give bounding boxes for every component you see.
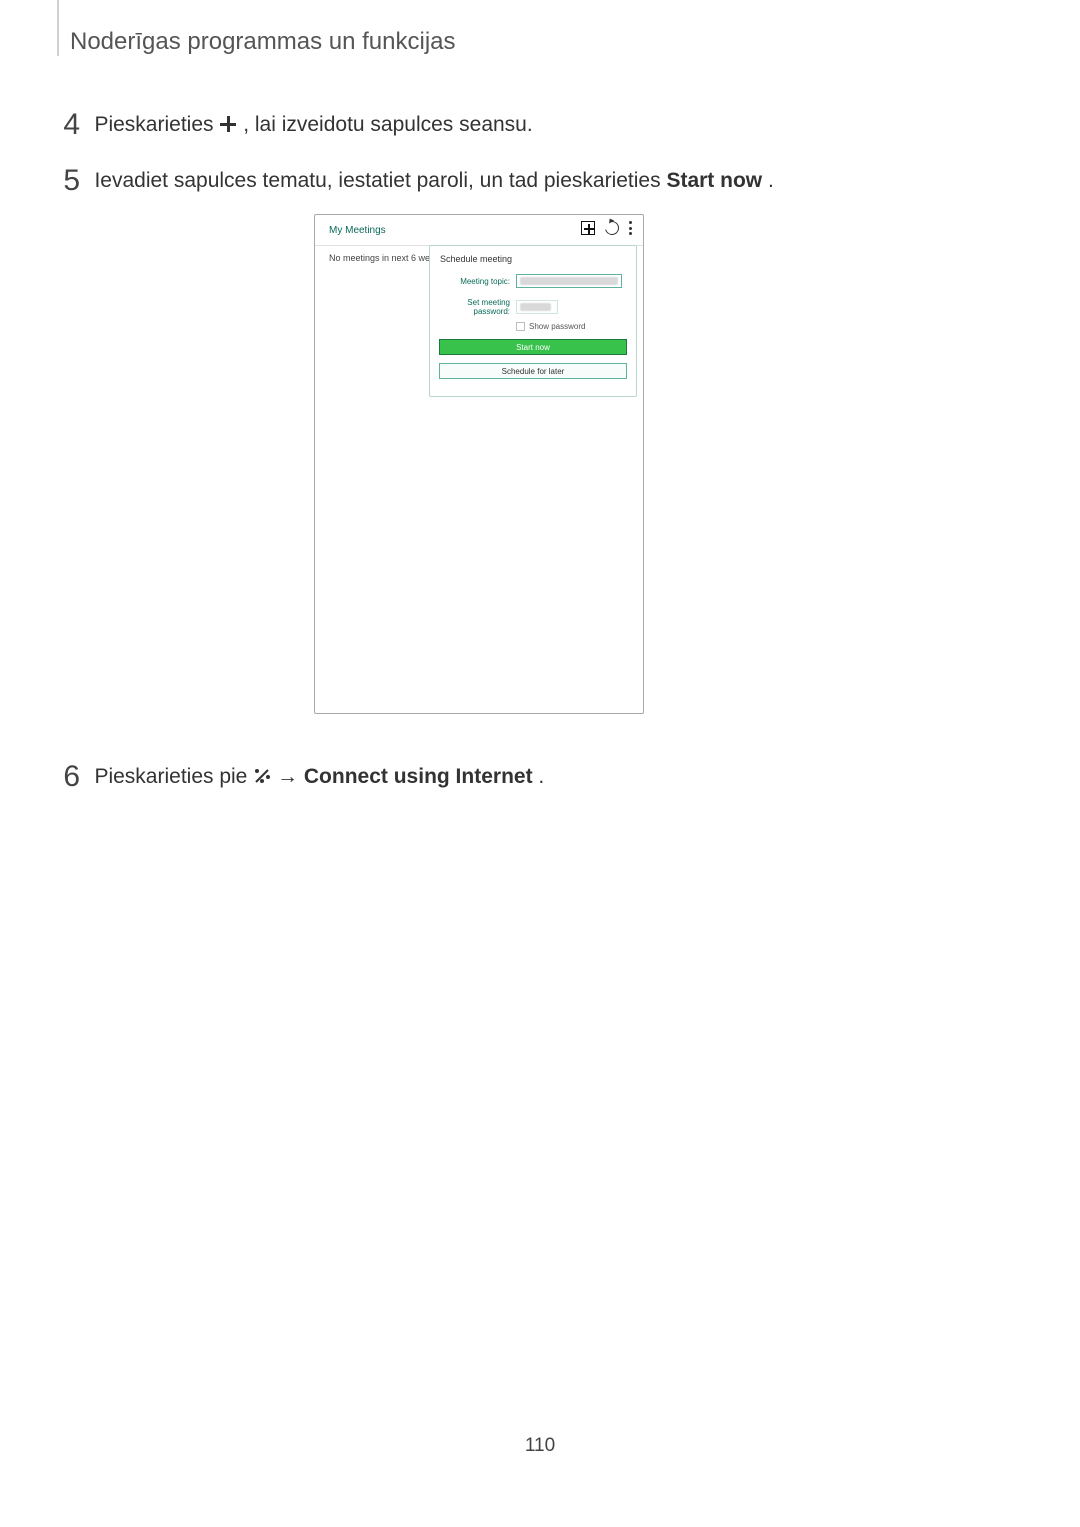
add-meeting-icon[interactable] [581, 221, 595, 235]
redacted-text [520, 277, 618, 285]
step-5-pre: Ievadiet sapulces tematu, iestatiet paro… [94, 169, 666, 192]
app-header: My Meetings [315, 221, 643, 245]
step-4-pre: Pieskarieties [94, 113, 219, 136]
header-icons [581, 221, 637, 235]
meeting-topic-label: Meeting topic: [430, 277, 516, 286]
step-4: 4 Pieskarieties , lai izveidotu sapulces… [50, 108, 1020, 142]
connect-icon [253, 767, 271, 785]
step-5: 5 Ievadiet sapulces tematu, iestatiet pa… [50, 164, 1020, 198]
step-6-bold: Connect using Internet [304, 765, 533, 788]
meeting-topic-row: Meeting topic: [430, 274, 636, 288]
step-6-post: . [538, 765, 544, 788]
app-title: My Meetings [329, 225, 386, 236]
meeting-topic-input[interactable] [516, 274, 622, 288]
document-page: Noderīgas programmas un funkcijas 4 Pies… [0, 0, 1080, 1527]
meeting-password-input[interactable] [516, 300, 558, 314]
no-meetings-label: No meetings in next 6 week [329, 253, 440, 263]
step-4-post: , lai izveidotu sapulces seansu. [243, 113, 533, 136]
step-number: 5 [50, 164, 80, 198]
app-screenshot: My Meetings No meetings in next 6 week S… [314, 214, 644, 714]
step-4-text: Pieskarieties , lai izveidotu sapulces s… [94, 113, 532, 136]
step-6-text: Pieskarieties pie → Connect using Intern… [94, 765, 544, 788]
show-password-label: Show password [529, 322, 585, 331]
start-now-button[interactable]: Start now [439, 339, 627, 355]
panel-title: Schedule meeting [440, 254, 636, 264]
plus-icon [219, 115, 237, 133]
show-password-checkbox[interactable] [516, 322, 525, 331]
more-options-icon[interactable] [629, 221, 633, 235]
step-6-arrow: → [277, 765, 304, 788]
section-title: Noderīgas programmas un funkcijas [70, 28, 456, 56]
meeting-password-label: Set meeting password: [430, 298, 516, 316]
redacted-text [520, 303, 551, 311]
step-6: 6 Pieskarieties pie → Connect using Inte… [50, 760, 1020, 794]
step-6-pre: Pieskarieties pie [94, 765, 253, 788]
meeting-password-row: Set meeting password: [430, 298, 636, 316]
show-password-row: Show password [516, 322, 636, 331]
page-number: 110 [0, 1435, 1080, 1457]
step-number: 4 [50, 108, 80, 142]
schedule-meeting-panel: Schedule meeting Meeting topic: Set meet… [429, 245, 637, 397]
step-5-post: . [768, 169, 774, 192]
step-5-bold: Start now [666, 169, 762, 192]
step-number: 6 [50, 760, 80, 794]
header-rule [57, 0, 59, 56]
step-5-text: Ievadiet sapulces tematu, iestatiet paro… [94, 169, 773, 192]
schedule-later-button[interactable]: Schedule for later [439, 363, 627, 379]
refresh-icon[interactable] [602, 218, 621, 237]
